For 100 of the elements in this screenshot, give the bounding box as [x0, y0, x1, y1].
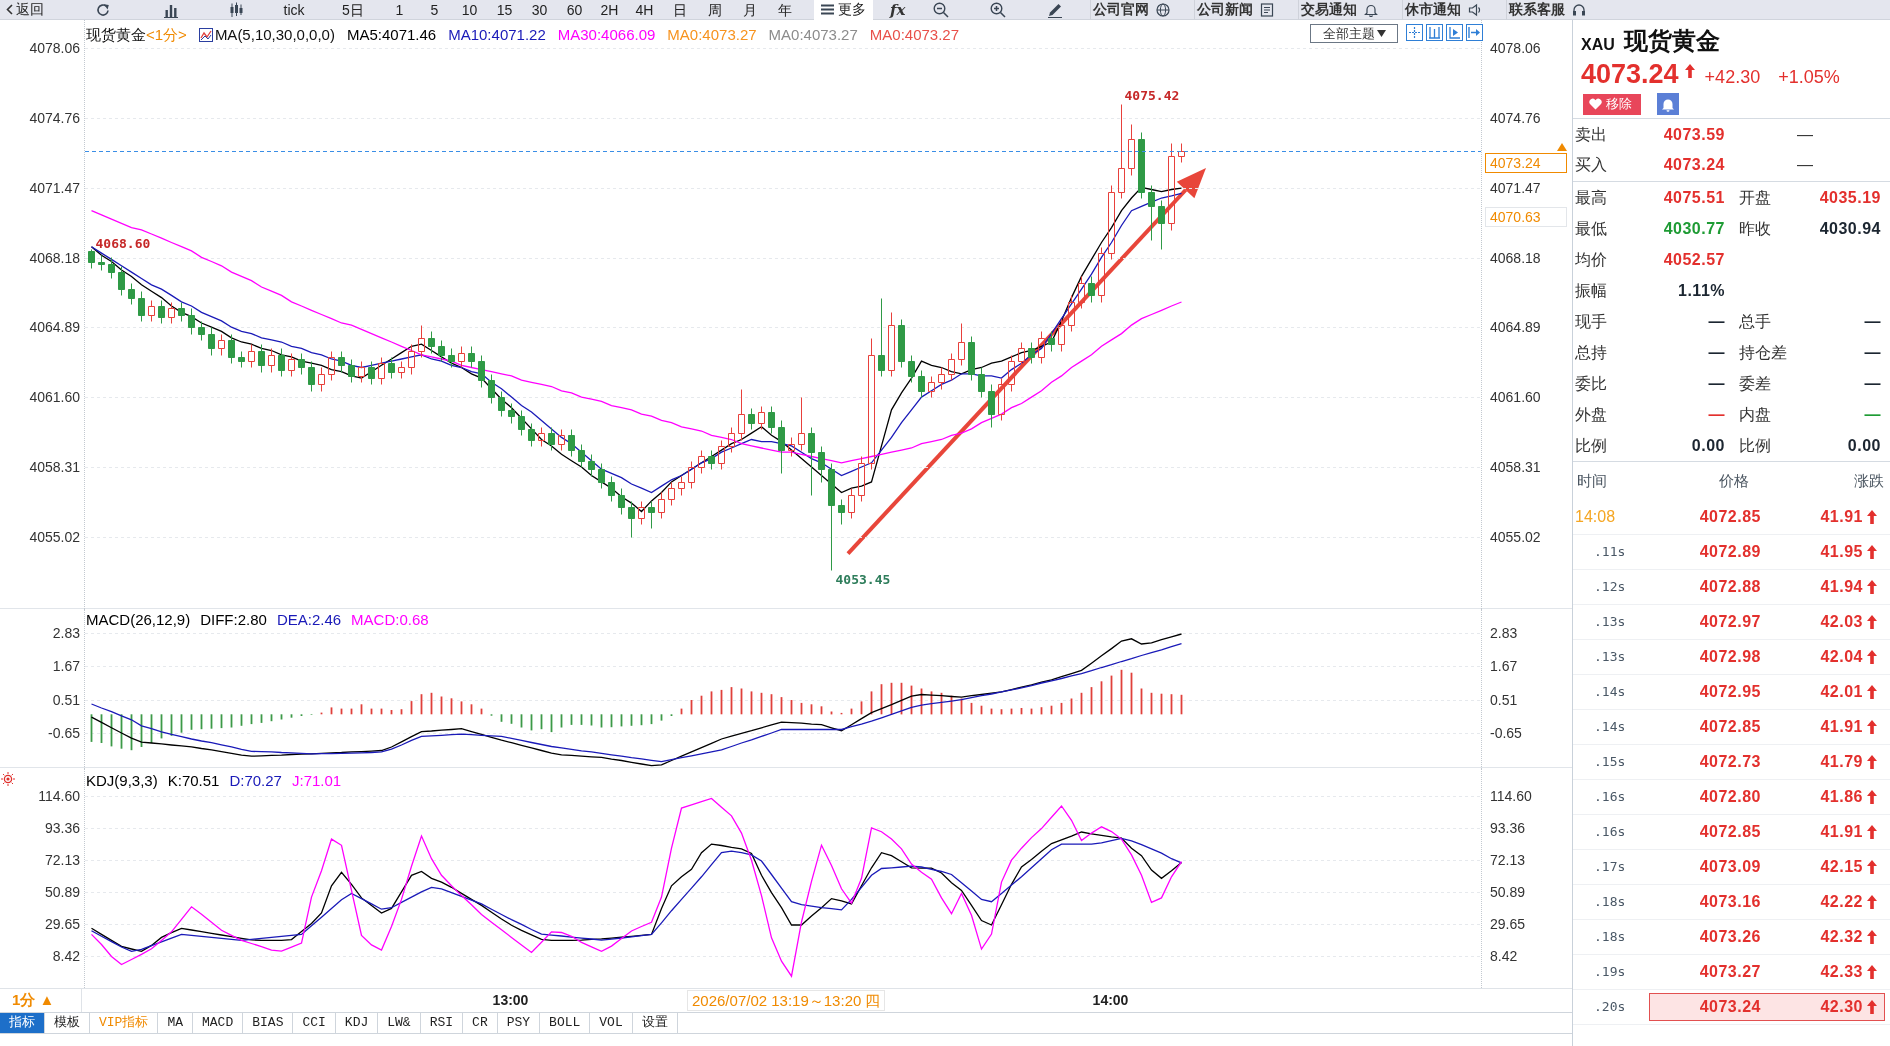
- exit-icon[interactable]: [1466, 24, 1483, 41]
- macd-bar: [240, 714, 243, 726]
- play-icon[interactable]: [1446, 24, 1463, 41]
- link-button[interactable]: 休市通知: [1402, 0, 1507, 20]
- tick-time: .17s: [1593, 858, 1627, 877]
- period-button[interactable]: 周: [697, 0, 732, 20]
- indicator-tab[interactable]: BIAS: [243, 1013, 294, 1033]
- period-button[interactable]: 5日: [324, 0, 382, 20]
- quote-label: 现手: [1574, 311, 1608, 332]
- quote-label: 内盘: [1738, 404, 1772, 425]
- tick-row[interactable]: .14s 4072.85 41.91: [1573, 710, 1890, 745]
- time-label: 14:00: [1091, 992, 1130, 1009]
- macd-bar: [170, 714, 173, 736]
- period-button[interactable]: 30: [522, 0, 557, 20]
- link-button[interactable]: 公司官网: [1090, 0, 1195, 20]
- tick-row[interactable]: .16s 4072.85 41.91: [1573, 815, 1890, 850]
- candlestick-icon[interactable]: [228, 1, 244, 18]
- refresh-icon[interactable]: [95, 1, 111, 18]
- zoom-in-icon[interactable]: [990, 1, 1007, 18]
- period-button[interactable]: 4H: [627, 0, 662, 20]
- indicator-tab[interactable]: LW&: [378, 1013, 421, 1033]
- indicator-tab[interactable]: MA: [158, 1013, 193, 1033]
- tick-row[interactable]: .12s 4072.88 41.94: [1573, 570, 1890, 605]
- tick-row[interactable]: .15s 4072.73 41.79: [1573, 745, 1890, 780]
- macd-bar: [760, 692, 763, 715]
- candle: [818, 446, 825, 483]
- quote-label: 振幅: [1574, 280, 1608, 301]
- period-button[interactable]: 60: [557, 0, 592, 20]
- axis-label: 4068.18: [28, 249, 80, 266]
- macd-bar: [1090, 687, 1093, 715]
- indicator-tab[interactable]: VOL: [590, 1013, 633, 1033]
- menu-icon: [821, 4, 834, 15]
- candle: [1038, 331, 1045, 364]
- indicator-tab[interactable]: PSY: [497, 1013, 541, 1033]
- macd-bar: [1130, 672, 1133, 715]
- tick-row[interactable]: .18s 4073.16 42.22: [1573, 885, 1890, 920]
- macd-bar: [1110, 675, 1113, 715]
- indicator-tab[interactable]: BOLL: [540, 1013, 591, 1033]
- macd-bar: [730, 687, 733, 715]
- legend-value: MA0:4073.27: [768, 26, 858, 43]
- candle: [808, 427, 815, 496]
- columns-icon[interactable]: [1426, 24, 1443, 41]
- period-button[interactable]: 月: [732, 0, 767, 20]
- candle: [298, 353, 305, 375]
- period-button[interactable]: tick: [264, 0, 324, 20]
- tick-row[interactable]: .14s 4072.95 42.01: [1573, 675, 1890, 710]
- link-button[interactable]: 联系客服: [1506, 0, 1611, 20]
- candle: [1068, 295, 1075, 332]
- period-button[interactable]: 5: [417, 0, 452, 20]
- quote-value: —: [1707, 373, 1725, 394]
- macd-bar: [1010, 708, 1013, 715]
- macd-bar: [920, 688, 923, 715]
- period-button[interactable]: 1: [382, 0, 417, 20]
- candle: [778, 420, 785, 474]
- candle: [848, 488, 855, 519]
- remove-button[interactable]: 移除: [1583, 93, 1641, 115]
- period-button[interactable]: 年: [767, 0, 802, 20]
- candle: [438, 340, 445, 362]
- axis-label: 4078.06: [28, 40, 80, 57]
- tick-row[interactable]: .17s 4073.09 42.15: [1573, 850, 1890, 885]
- column-header: 涨跌: [1853, 470, 1884, 491]
- back-button[interactable]: 返回: [0, 0, 72, 20]
- tick-row[interactable]: .13s 4072.97 42.03: [1573, 605, 1890, 640]
- macd-bar: [620, 714, 623, 727]
- indicator-tab[interactable]: KDJ: [335, 1013, 379, 1033]
- indicator-tab[interactable]: 模板: [45, 1013, 90, 1033]
- candle: [578, 444, 585, 468]
- link-button[interactable]: 交易通知: [1298, 0, 1403, 20]
- function-button[interactable]: fx: [890, 0, 906, 20]
- indicator-tab[interactable]: CR: [463, 1013, 498, 1033]
- crosshair-icon[interactable]: [1406, 24, 1423, 41]
- tick-row[interactable]: .13s 4072.98 42.04: [1573, 640, 1890, 675]
- macd-bar: [1050, 705, 1053, 715]
- period-button[interactable]: 日: [662, 0, 697, 20]
- tick-row[interactable]: .16s 4072.80 41.86: [1573, 780, 1890, 815]
- period-button[interactable]: 10: [452, 0, 487, 20]
- tick-row[interactable]: .18s 4073.26 42.32: [1573, 920, 1890, 955]
- candle: [658, 492, 665, 519]
- theme-dropdown[interactable]: 全部主题: [1310, 24, 1398, 43]
- candle: [338, 351, 345, 373]
- link-button[interactable]: 公司新闻: [1194, 0, 1299, 20]
- indicator-tab[interactable]: RSI: [420, 1013, 464, 1033]
- indicator-tab[interactable]: MACD: [193, 1013, 244, 1033]
- more-button[interactable]: 更多: [814, 0, 873, 20]
- legend-value: MA5:4071.46: [346, 26, 437, 43]
- tick-row[interactable]: .11s 4072.89 41.95: [1573, 535, 1890, 570]
- macd-bar: [680, 708, 683, 715]
- indicator-tab[interactable]: CCI: [293, 1013, 336, 1033]
- tick-row[interactable]: 14:08 4072.85 41.91: [1573, 500, 1890, 535]
- period-button[interactable]: 15: [487, 0, 522, 20]
- period-button[interactable]: 2H: [592, 0, 627, 20]
- tick-time: .16s: [1593, 823, 1627, 842]
- bell-button[interactable]: [1657, 93, 1679, 115]
- indicator-tab[interactable]: 设置: [632, 1013, 678, 1033]
- quote-value: 4030.77: [1662, 218, 1725, 239]
- zoom-out-icon[interactable]: [933, 1, 950, 18]
- indicator-label: MA(5,10,30,0,0,0): [214, 26, 335, 43]
- tick-row[interactable]: .19s 4073.27 42.33: [1573, 955, 1890, 990]
- candle: [758, 406, 765, 430]
- pen-icon[interactable]: [1047, 1, 1064, 18]
